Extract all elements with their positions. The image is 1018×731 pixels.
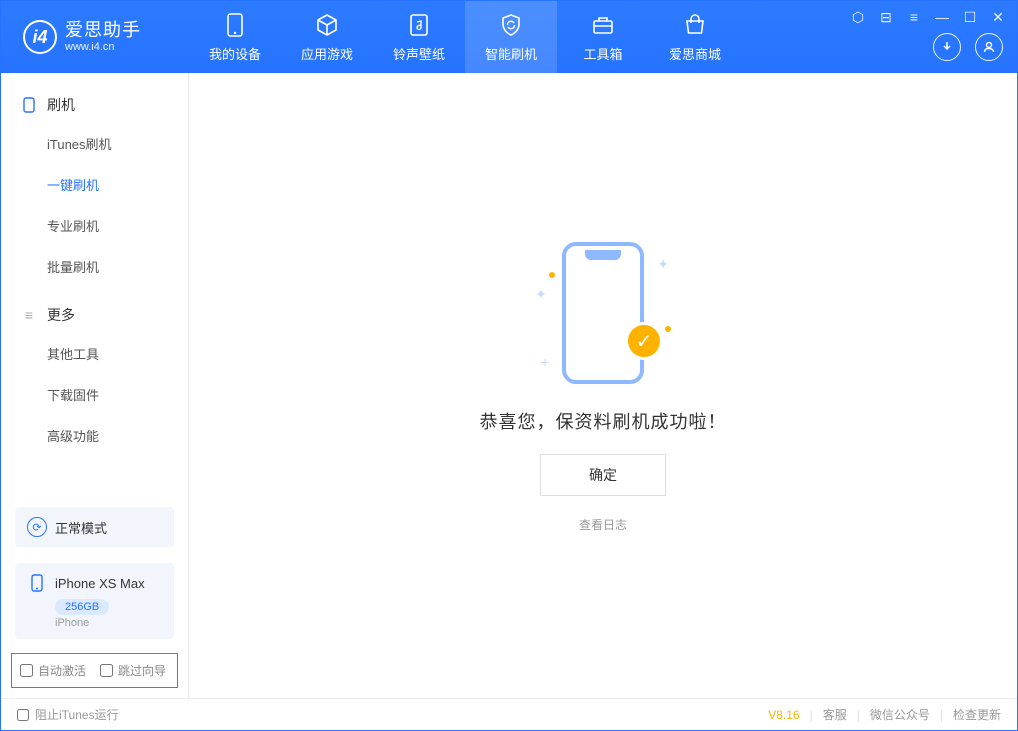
- tab-label: 爱思商城: [669, 44, 721, 63]
- minimize-button[interactable]: —: [933, 9, 951, 26]
- toolbox-icon: [590, 12, 616, 38]
- block-itunes-checkbox[interactable]: 阻止iTunes运行: [17, 706, 119, 723]
- phone-small-icon: [27, 573, 47, 593]
- sidebar-item-itunes-flash[interactable]: iTunes刷机: [1, 123, 188, 164]
- tab-label: 智能刷机: [485, 44, 537, 63]
- window-controls: ⬡ ⊟ ≡ — ☐ ✕: [849, 9, 1007, 26]
- support-link[interactable]: 客服: [823, 706, 847, 723]
- sidebar: 刷机 iTunes刷机 一键刷机 专业刷机 批量刷机 ≡ 更多 其他工具 下载固…: [1, 73, 189, 698]
- device-storage: 256GB: [55, 599, 109, 615]
- auto-activate-label: 自动激活: [38, 662, 86, 679]
- check-badge-icon: ✓: [625, 322, 663, 360]
- skip-guide-checkbox[interactable]: 跳过向导: [100, 662, 166, 679]
- ok-button[interactable]: 确定: [540, 454, 666, 496]
- device-name: iPhone XS Max: [55, 576, 145, 591]
- lock-icon[interactable]: ⊟: [877, 9, 895, 26]
- nav-tabs: 我的设备 应用游戏 铃声壁纸 智能刷机 工具箱 爱思商城: [189, 1, 741, 73]
- version-label[interactable]: V8.16: [768, 708, 799, 722]
- download-button[interactable]: [933, 33, 961, 61]
- tab-label: 铃声壁纸: [393, 44, 445, 63]
- mode-label: 正常模式: [55, 518, 107, 537]
- tab-label: 工具箱: [583, 44, 622, 63]
- main-content: ✦✦+ ✓ 恭喜您，保资料刷机成功啦！ 确定 查看日志: [189, 73, 1017, 698]
- sidebar-item-batch-flash[interactable]: 批量刷机: [1, 246, 188, 287]
- cube-icon: [314, 12, 340, 38]
- logo: i4 爱思助手 www.i4.cn: [1, 20, 189, 54]
- tab-ringtones[interactable]: 铃声壁纸: [373, 1, 465, 73]
- section-title: 刷机: [47, 95, 75, 115]
- close-button[interactable]: ✕: [989, 9, 1007, 26]
- tab-label: 我的设备: [209, 44, 261, 63]
- device-icon: [21, 97, 37, 113]
- mode-indicator[interactable]: ⟳ 正常模式: [15, 507, 174, 547]
- wechat-link[interactable]: 微信公众号: [870, 706, 930, 723]
- update-link[interactable]: 检查更新: [953, 706, 1001, 723]
- view-log-link[interactable]: 查看日志: [579, 516, 627, 533]
- sidebar-item-other-tools[interactable]: 其他工具: [1, 333, 188, 374]
- titlebar: i4 爱思助手 www.i4.cn 我的设备 应用游戏 铃声壁纸 智能刷机: [1, 1, 1017, 73]
- tab-toolbox[interactable]: 工具箱: [557, 1, 649, 73]
- section-title: 更多: [47, 305, 75, 325]
- sidebar-item-download-firmware[interactable]: 下载固件: [1, 374, 188, 415]
- sidebar-item-oneclick-flash[interactable]: 一键刷机: [1, 164, 188, 205]
- menu-icon[interactable]: ≡: [905, 9, 923, 26]
- music-icon: [406, 12, 432, 38]
- sidebar-section-more[interactable]: ≡ 更多: [1, 297, 188, 333]
- maximize-button[interactable]: ☐: [961, 9, 979, 26]
- footer: 阻止iTunes运行 V8.16 | 客服 | 微信公众号 | 检查更新: [1, 698, 1017, 730]
- success-illustration: ✦✦+ ✓: [533, 238, 673, 388]
- phone-outline-icon: [562, 242, 644, 384]
- shield-refresh-icon: [498, 12, 524, 38]
- app-title: 爱思助手: [65, 21, 141, 41]
- block-itunes-label: 阻止iTunes运行: [35, 706, 119, 723]
- sidebar-section-flash[interactable]: 刷机: [1, 87, 188, 123]
- device-card[interactable]: iPhone XS Max 256GB iPhone: [15, 563, 174, 639]
- tab-store[interactable]: 爱思商城: [649, 1, 741, 73]
- tab-apps[interactable]: 应用游戏: [281, 1, 373, 73]
- logo-icon: i4: [23, 20, 57, 54]
- skip-guide-label: 跳过向导: [118, 662, 166, 679]
- tab-label: 应用游戏: [301, 44, 353, 63]
- sidebar-item-advanced[interactable]: 高级功能: [1, 415, 188, 456]
- device-type: iPhone: [55, 617, 162, 629]
- options-highlight: 自动激活 跳过向导: [11, 653, 178, 688]
- user-button[interactable]: [975, 33, 1003, 61]
- phone-icon: [222, 12, 248, 38]
- tshirt-icon[interactable]: ⬡: [849, 9, 867, 26]
- tab-flash[interactable]: 智能刷机: [465, 1, 557, 73]
- success-message: 恭喜您，保资料刷机成功啦！: [480, 408, 727, 434]
- mode-icon: ⟳: [27, 517, 47, 537]
- store-icon: [682, 12, 708, 38]
- list-icon: ≡: [21, 307, 37, 323]
- app-subtitle: www.i4.cn: [65, 41, 141, 53]
- sidebar-item-pro-flash[interactable]: 专业刷机: [1, 205, 188, 246]
- tab-my-device[interactable]: 我的设备: [189, 1, 281, 73]
- auto-activate-checkbox[interactable]: 自动激活: [20, 662, 86, 679]
